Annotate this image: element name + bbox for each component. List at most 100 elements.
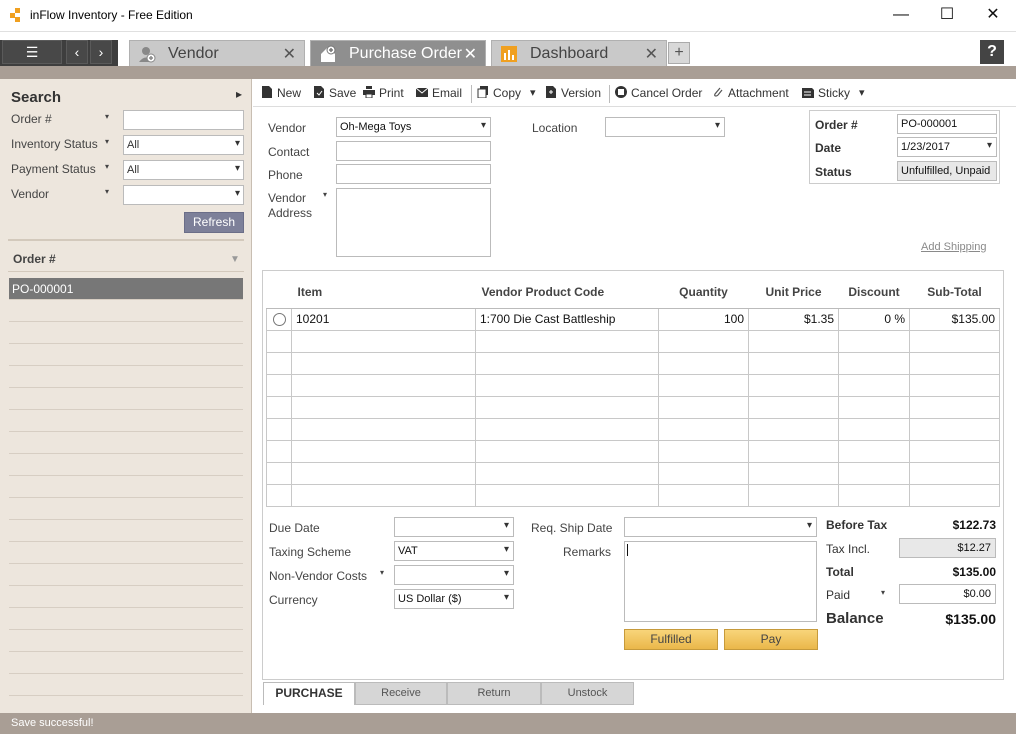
tab-dashboard[interactable]: Dashboard ✕ [491, 40, 667, 66]
new-button[interactable]: New [261, 86, 301, 100]
cell-subtotal[interactable] [909, 373, 1000, 397]
cell-unit-price[interactable] [748, 329, 839, 353]
tab-vendor[interactable]: Vendor ✕ [129, 40, 305, 66]
cell-discount[interactable] [838, 483, 910, 507]
table-row[interactable] [266, 417, 1000, 441]
cell-item[interactable] [291, 439, 476, 463]
copy-button[interactable]: Copy [477, 86, 521, 100]
close-icon[interactable]: ✕ [464, 44, 477, 64]
order-list-column-header[interactable]: Order # [13, 252, 56, 266]
chevron-down-icon[interactable]: ▾ [105, 112, 109, 121]
cell-item[interactable] [291, 351, 476, 375]
vendor-select[interactable]: Oh-Mega Toys [336, 117, 491, 137]
list-item[interactable] [9, 388, 243, 410]
row-select-cell[interactable] [266, 461, 292, 485]
list-item[interactable] [9, 432, 243, 454]
cell-item[interactable] [291, 329, 476, 353]
list-item[interactable] [9, 608, 243, 630]
column-header-discount[interactable]: Discount [838, 276, 910, 309]
list-item[interactable]: PO-000001 [9, 278, 243, 300]
cell-vendor-code[interactable] [475, 351, 659, 375]
row-select-cell[interactable] [266, 351, 292, 375]
add-tab-button[interactable]: + [668, 42, 690, 64]
row-select-cell[interactable] [266, 307, 292, 331]
cell-unit-price[interactable] [748, 417, 839, 441]
table-row[interactable] [266, 395, 1000, 419]
tab-purchase[interactable]: PURCHASE [263, 682, 355, 705]
sort-arrow-icon[interactable]: ▼ [230, 254, 240, 265]
cell-subtotal[interactable] [909, 329, 1000, 353]
tab-return[interactable]: Return [447, 682, 541, 705]
list-item[interactable] [9, 586, 243, 608]
cell-unit-price[interactable] [748, 461, 839, 485]
list-item[interactable] [9, 300, 243, 322]
table-row[interactable] [266, 329, 1000, 353]
cell-subtotal[interactable] [909, 351, 1000, 375]
sticky-button[interactable]: Sticky [802, 86, 850, 100]
cell-item[interactable] [291, 483, 476, 507]
cell-quantity[interactable] [658, 351, 749, 375]
forward-button[interactable]: › [90, 40, 112, 64]
cell-item[interactable] [291, 395, 476, 419]
maximize-button[interactable]: ☐ [924, 0, 970, 32]
row-select-cell[interactable] [266, 439, 292, 463]
list-item[interactable] [9, 564, 243, 586]
cell-unit-price[interactable]: $1.35 [748, 307, 839, 331]
pay-button[interactable]: Pay [724, 629, 818, 650]
cell-quantity[interactable] [658, 329, 749, 353]
list-item[interactable] [9, 630, 243, 652]
req-ship-date-picker[interactable] [624, 517, 817, 537]
cell-discount[interactable] [838, 373, 910, 397]
column-header-item[interactable]: Item [291, 276, 476, 309]
order-number-search-input[interactable] [123, 110, 244, 130]
cell-item[interactable] [291, 373, 476, 397]
remarks-textarea[interactable] [624, 541, 817, 622]
list-item[interactable] [9, 674, 243, 696]
close-icon[interactable]: ✕ [645, 44, 658, 64]
cell-unit-price[interactable] [748, 395, 839, 419]
list-item[interactable] [9, 410, 243, 432]
chevron-down-icon[interactable]: ▾ [881, 588, 885, 597]
row-select-cell[interactable] [266, 329, 292, 353]
list-item[interactable] [9, 542, 243, 564]
cell-quantity[interactable] [658, 461, 749, 485]
list-item[interactable] [9, 498, 243, 520]
table-row[interactable] [266, 373, 1000, 397]
cell-unit-price[interactable] [748, 483, 839, 507]
table-row[interactable]: 10201 1:700 Die Cast Battleship 100 $1.35 0 … [266, 307, 1000, 331]
tab-receive[interactable]: Receive [355, 682, 447, 705]
print-button[interactable]: Print [363, 86, 404, 100]
inventory-status-select[interactable]: All [123, 135, 244, 155]
add-shipping-link[interactable]: Add Shipping [921, 241, 986, 253]
taxing-scheme-select[interactable]: VAT [394, 541, 514, 561]
list-item[interactable] [9, 322, 243, 344]
cell-quantity[interactable] [658, 395, 749, 419]
help-button[interactable]: ? [980, 40, 1004, 64]
version-button[interactable]: Version [545, 86, 601, 100]
cell-item[interactable] [291, 417, 476, 441]
tab-unstock[interactable]: Unstock [541, 682, 634, 705]
list-item[interactable] [9, 520, 243, 542]
chevron-down-icon[interactable]: ▾ [323, 190, 327, 199]
collapse-arrow-icon[interactable]: ▸ [236, 87, 242, 101]
cell-vendor-code[interactable] [475, 329, 659, 353]
cell-subtotal[interactable]: $135.00 [909, 307, 1000, 331]
list-item[interactable] [9, 454, 243, 476]
cell-quantity[interactable] [658, 373, 749, 397]
email-button[interactable]: Email [416, 86, 462, 100]
non-vendor-costs-select[interactable] [394, 565, 514, 585]
list-item[interactable] [9, 476, 243, 498]
chevron-down-icon[interactable]: ▾ [380, 568, 384, 577]
cell-discount[interactable] [838, 439, 910, 463]
cell-quantity[interactable] [658, 439, 749, 463]
cell-discount[interactable] [838, 461, 910, 485]
table-row[interactable] [266, 439, 1000, 463]
cell-discount[interactable] [838, 329, 910, 353]
cell-quantity[interactable]: 100 [658, 307, 749, 331]
radio-button[interactable] [272, 313, 286, 327]
list-item[interactable] [9, 344, 243, 366]
close-window-button[interactable]: ✕ [970, 0, 1016, 32]
tab-purchase-order[interactable]: Purchase Order ✕ [310, 40, 486, 66]
chevron-down-icon[interactable]: ▾ [105, 162, 109, 171]
cell-vendor-code[interactable]: 1:700 Die Cast Battleship [475, 307, 659, 331]
